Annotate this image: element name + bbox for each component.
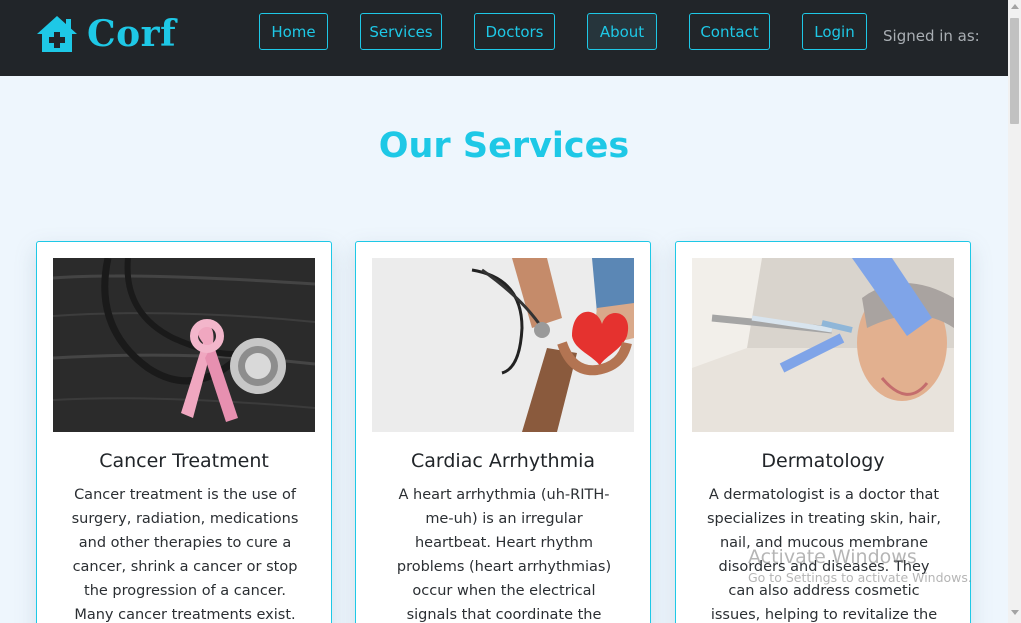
section-title: Our Services: [378, 126, 630, 166]
page-scrollbar[interactable]: [1008, 0, 1021, 623]
nav-doctors-button[interactable]: Doctors: [474, 13, 555, 50]
nav-login-button[interactable]: Login: [802, 13, 867, 50]
service-card-cardiac: Cardiac Arrhythmia A heart arrhythmia (u…: [355, 241, 651, 623]
nav-contact-button[interactable]: Contact: [689, 13, 770, 50]
navbar: Corf Home Services Doctors About Contact…: [0, 0, 1008, 76]
stethoscope-pink-ribbon-image: [53, 258, 315, 432]
scroll-up-icon[interactable]: [1011, 4, 1019, 9]
nav-home-button[interactable]: Home: [259, 13, 328, 50]
card-description: Cancer treatment is the use of surgery, …: [71, 487, 299, 623]
card-title: Dermatology: [761, 450, 885, 472]
nav-about-button[interactable]: About: [587, 13, 657, 50]
house-medical-icon: [37, 16, 77, 52]
service-card-cancer: Cancer Treatment Cancer treatment is the…: [36, 241, 332, 623]
brand-logo[interactable]: Corf: [35, 12, 176, 56]
scroll-down-icon[interactable]: [1011, 610, 1019, 615]
signed-in-label: Signed in as:: [883, 27, 980, 45]
card-description: A heart arrhythmia (uh-RITH-me-uh) is an…: [396, 487, 612, 623]
card-title: Cardiac Arrhythmia: [410, 450, 596, 472]
brand-name: Corf: [87, 13, 177, 55]
card-description: A dermatologist is a doctor that special…: [706, 487, 942, 623]
hands-holding-heart-image: [372, 258, 634, 432]
nav-services-button[interactable]: Services: [360, 13, 442, 50]
dermatology-treatment-image: [692, 258, 954, 432]
service-card-dermatology: Dermatology A dermatologist is a doctor …: [675, 241, 971, 623]
scrollbar-thumb[interactable]: [1010, 18, 1019, 124]
card-title: Cancer Treatment: [99, 450, 269, 472]
